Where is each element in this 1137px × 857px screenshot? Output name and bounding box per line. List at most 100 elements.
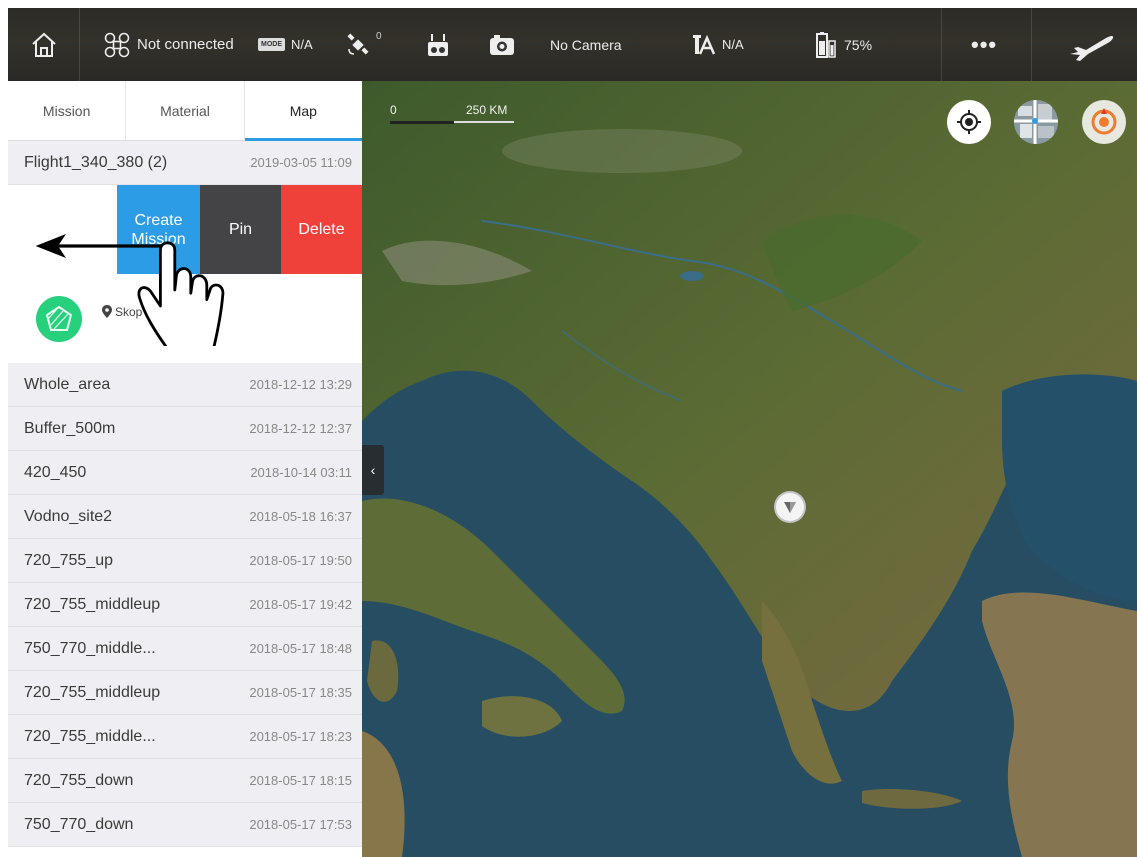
item-name: 720_755_middle... [24, 727, 156, 745]
camera-label-wrap: No Camera [550, 8, 622, 81]
create-mission-button[interactable]: Create Mission [117, 185, 200, 274]
pin-button[interactable]: Pin [200, 185, 281, 274]
side-panel: Mission Material Map Flight1_340_380 (2)… [8, 81, 362, 857]
compass-icon [1091, 108, 1117, 135]
item-name: Vodno_site2 [24, 507, 113, 525]
camera-icon [490, 34, 514, 55]
connection-status[interactable]: Not connected [103, 8, 234, 81]
more-button[interactable]: ••• [971, 8, 997, 81]
tab-material[interactable]: Material [126, 81, 245, 140]
item-date: 2018-05-17 18:35 [249, 685, 352, 700]
location-pin-icon [102, 305, 112, 318]
tab-bar: Mission Material Map [8, 81, 362, 141]
tab-map[interactable]: Map [244, 81, 362, 141]
list-item[interactable]: 720_755_middleup 2018-05-17 18:35 [8, 671, 362, 715]
status-bar: Not connected MODE N/A 0 No Camera N/A 7… [8, 8, 1137, 81]
map-view[interactable]: 0 250 KM ‹ [362, 81, 1137, 857]
location: Skop oji [102, 305, 187, 319]
home-icon [31, 32, 56, 57]
list-item[interactable]: Buffer_500m 2018-12-12 12:37 [8, 407, 362, 451]
list-item[interactable]: 420_450 2018-10-14 03:11 [8, 451, 362, 495]
item-date: 2018-05-17 19:42 [249, 597, 352, 612]
item-date: 2018-10-14 03:11 [250, 465, 352, 480]
map-layer-icon [1014, 100, 1058, 144]
list-item[interactable]: Whole_area 2018-12-12 13:29 [8, 363, 362, 407]
scale-bar [390, 121, 454, 124]
item-date: 2018-05-18 16:37 [249, 509, 352, 524]
list-item[interactable]: 720_755_down 2018-05-17 18:15 [8, 759, 362, 803]
item-date: 2018-05-17 18:23 [249, 729, 352, 744]
list-item[interactable]: 720_755_up 2018-05-17 19:50 [8, 539, 362, 583]
item-name: Whole_area [24, 375, 111, 393]
tab-mission[interactable]: Mission [8, 81, 127, 140]
divider [1031, 8, 1032, 81]
map-detail: Skop oji [8, 274, 362, 363]
compass-button[interactable] [1082, 100, 1126, 144]
map-area-icon [45, 305, 73, 331]
takeoff-icon [1070, 35, 1114, 61]
remote-controller-status[interactable] [426, 8, 450, 81]
list-item[interactable]: Vodno_site2 2018-05-18 16:37 [8, 495, 362, 539]
map-scale: 0 250 KM [390, 103, 514, 124]
camera-label: No Camera [550, 36, 622, 53]
more-icon: ••• [971, 31, 998, 57]
mode-value: N/A [291, 37, 313, 52]
create-mission-label-2: Mission [131, 230, 186, 248]
aircraft-location-marker[interactable] [774, 491, 806, 523]
connection-label: Not connected [137, 36, 234, 53]
home-button[interactable] [8, 8, 80, 81]
location-label-tail: oji [175, 304, 188, 319]
item-date: 2018-05-17 17:53 [249, 817, 352, 832]
collapse-panel-button[interactable]: ‹ [362, 445, 384, 495]
scale-label: 250 KM [466, 103, 508, 117]
satellite-count: 0 [376, 31, 382, 42]
item-name: 750_770_middle... [24, 639, 156, 657]
drone-icon [104, 32, 130, 57]
direction-arrow-icon [784, 502, 796, 513]
remote-controller-icon [428, 33, 448, 56]
swipe-actions: Create Mission Pin Delete [8, 185, 362, 274]
item-name: 720_755_middleup [24, 683, 161, 701]
item-name: 420_450 [24, 463, 87, 481]
item-name: 750_770_down [24, 815, 134, 833]
mode-badge: MODE [258, 38, 285, 51]
battery-label: 75% [844, 36, 873, 53]
item-name: 720_755_up [24, 551, 113, 569]
battery-icon [816, 31, 836, 58]
list-item[interactable]: 720_755_middleup 2018-05-17 19:42 [8, 583, 362, 627]
gimbal-icon [693, 34, 716, 55]
scale-zero: 0 [390, 103, 397, 117]
map-thumbnail[interactable] [36, 295, 82, 342]
location-label: Skop [115, 304, 143, 319]
map-date: 2019-03-05 11:09 [250, 155, 352, 170]
map-list: Whole_area 2018-12-12 13:29 Buffer_500m 20… [8, 363, 362, 847]
selected-map-row[interactable]: Flight1_340_380 (2) 2019-03-05 11:09 [8, 141, 362, 185]
satellite-map [362, 81, 1137, 857]
item-date: 2018-12-12 13:29 [249, 377, 352, 392]
create-mission-label-1: Create [134, 211, 183, 229]
item-date: 2018-05-17 18:15 [249, 773, 352, 788]
list-item[interactable]: 750_770_down 2018-05-17 17:53 [8, 803, 362, 847]
gimbal-value: N/A [722, 37, 744, 52]
scale-bar [454, 121, 514, 123]
delete-button[interactable]: Delete [281, 185, 362, 274]
item-name: 720_755_down [24, 771, 134, 789]
locate-button[interactable] [947, 100, 991, 144]
flight-mode[interactable]: MODE N/A [258, 8, 313, 81]
list-item[interactable]: 720_755_middle... 2018-05-17 18:23 [8, 715, 362, 759]
map-layer-button[interactable] [1014, 100, 1058, 144]
satellite-icon [347, 32, 369, 55]
divider [941, 8, 942, 81]
map-name: Flight1_340_380 (2) [24, 153, 168, 171]
item-name: Buffer_500m [24, 419, 116, 437]
item-name: 720_755_middleup [24, 595, 161, 613]
chevron-left-icon: ‹ [370, 462, 376, 478]
takeoff-button[interactable] [1066, 8, 1116, 81]
satellite-status[interactable]: 0 [346, 8, 382, 81]
battery-status[interactable]: 75% [814, 8, 872, 81]
list-item[interactable]: 750_770_middle... 2018-05-17 18:48 [8, 627, 362, 671]
locate-icon [957, 110, 981, 134]
camera-status[interactable] [488, 8, 516, 81]
gimbal-status[interactable]: N/A [690, 8, 744, 81]
item-date: 2018-05-17 19:50 [249, 553, 352, 568]
